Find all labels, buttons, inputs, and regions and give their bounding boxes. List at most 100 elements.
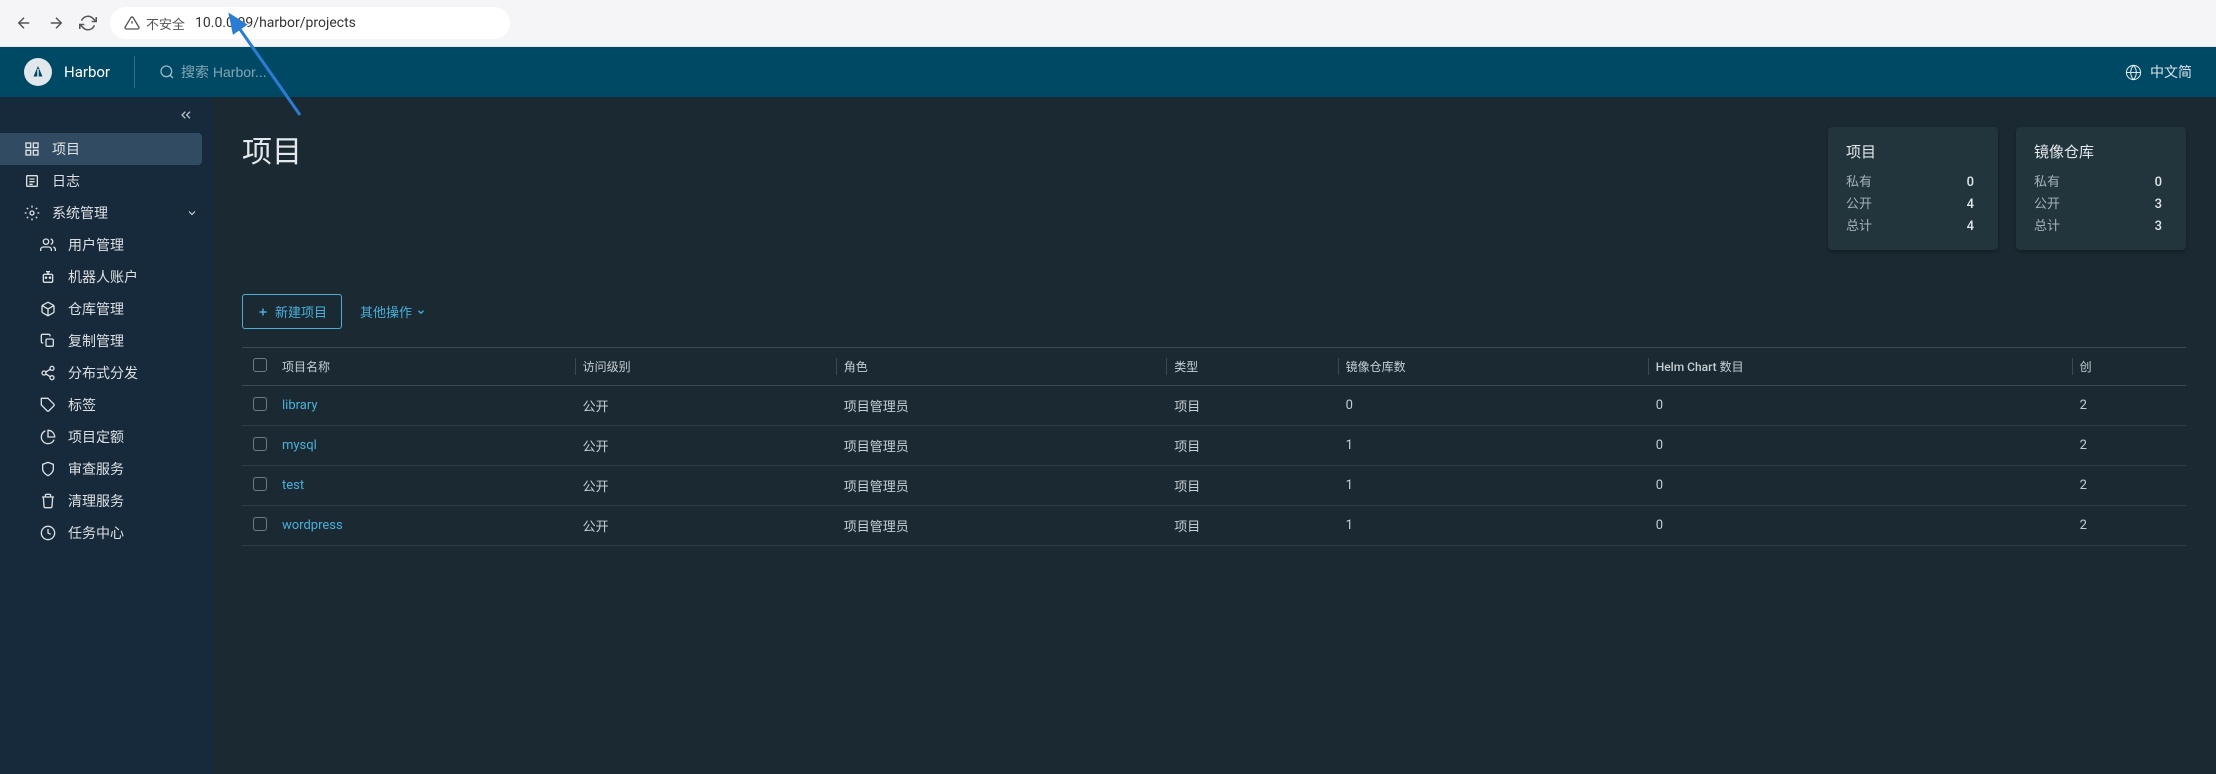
language-switcher[interactable]: 中文简	[2125, 62, 2192, 82]
shield-icon	[40, 461, 56, 477]
cell-role: 项目管理员	[836, 506, 1167, 546]
url-text: 10.0.0.99/harbor/projects	[195, 15, 356, 31]
reload-button[interactable]	[78, 13, 98, 33]
cube-icon	[40, 301, 56, 317]
page-title: 项目	[242, 127, 302, 171]
sidebar-item-cleanup[interactable]: 清理服务	[0, 485, 212, 517]
projects-table: 项目名称 访问级别 角色 类型 镜像仓库数 Helm Chart 数目 创 li…	[242, 347, 2186, 546]
cell-access: 公开	[575, 466, 836, 506]
cell-type: 项目	[1166, 506, 1337, 546]
card-label: 总计	[2034, 216, 2060, 238]
sidebar-item-label: 机器人账户	[68, 267, 138, 287]
col-access[interactable]: 访问级别	[575, 348, 836, 386]
new-project-button[interactable]: 新建项目	[242, 294, 342, 329]
row-checkbox[interactable]	[253, 397, 267, 411]
sidebar-item-system[interactable]: 系统管理	[0, 197, 212, 229]
arrow-right-icon	[47, 14, 65, 32]
header-divider	[134, 56, 135, 88]
insecure-badge: 不安全	[124, 14, 185, 33]
app-header: Harbor 中文简	[0, 47, 2216, 97]
sidebar-item-label: 任务中心	[68, 523, 124, 543]
col-name[interactable]: 项目名称	[278, 348, 575, 386]
language-label: 中文简	[2150, 62, 2192, 82]
browser-toolbar: 不安全 10.0.0.99/harbor/projects	[0, 0, 2216, 47]
cell-repo-count: 1	[1338, 506, 1648, 546]
sidebar-item-quotas[interactable]: 项目定额	[0, 421, 212, 453]
card-value: 0	[2144, 172, 2162, 194]
sidebar-item-robots[interactable]: 机器人账户	[0, 261, 212, 293]
app-name: Harbor	[64, 63, 110, 81]
cell-created: 2	[2072, 466, 2186, 506]
cell-helm-count: 0	[1648, 466, 2072, 506]
address-bar[interactable]: 不安全 10.0.0.99/harbor/projects	[110, 7, 510, 39]
tag-icon	[40, 397, 56, 413]
sidebar-item-replication[interactable]: 复制管理	[0, 325, 212, 357]
sidebar-item-audit[interactable]: 审查服务	[0, 453, 212, 485]
sidebar-item-label: 仓库管理	[68, 299, 124, 319]
other-actions-dropdown[interactable]: 其他操作	[360, 302, 426, 321]
sidebar-item-labels[interactable]: 标签	[0, 389, 212, 421]
project-link[interactable]: mysql	[282, 438, 317, 453]
sidebar-item-label: 审查服务	[68, 459, 124, 479]
gear-icon	[24, 205, 40, 221]
button-label: 新建项目	[275, 302, 327, 321]
table-row: mysql公开项目管理员项目102	[242, 426, 2186, 466]
sidebar-item-label: 标签	[68, 395, 96, 415]
chevron-down-icon	[186, 207, 198, 219]
search-icon	[159, 64, 175, 80]
app-logo[interactable]: Harbor	[24, 58, 110, 86]
cell-role: 项目管理员	[836, 466, 1167, 506]
collapse-sidebar-button[interactable]	[0, 97, 212, 133]
col-helm-count[interactable]: Helm Chart 数目	[1648, 348, 2072, 386]
row-checkbox[interactable]	[253, 477, 267, 491]
cell-repo-count: 0	[1338, 386, 1648, 426]
col-role[interactable]: 角色	[836, 348, 1167, 386]
project-link[interactable]: wordpress	[282, 518, 343, 533]
col-created[interactable]: 创	[2072, 348, 2186, 386]
cell-helm-count: 0	[1648, 506, 2072, 546]
card-label: 私有	[2034, 172, 2060, 194]
project-link[interactable]: test	[282, 478, 304, 493]
pie-icon	[40, 429, 56, 445]
robot-icon	[40, 269, 56, 285]
global-search[interactable]	[159, 64, 381, 80]
sidebar-item-logs[interactable]: 日志	[0, 165, 212, 197]
table-row: library公开项目管理员项目002	[242, 386, 2186, 426]
cell-type: 项目	[1166, 386, 1337, 426]
globe-icon	[2125, 64, 2142, 81]
project-link[interactable]: library	[282, 398, 318, 413]
reload-icon	[79, 14, 97, 32]
row-checkbox[interactable]	[253, 517, 267, 531]
cell-type: 项目	[1166, 426, 1337, 466]
warning-icon	[124, 15, 140, 31]
forward-button[interactable]	[46, 13, 66, 33]
arrow-left-icon	[15, 14, 33, 32]
cell-repo-count: 1	[1338, 466, 1648, 506]
summary-card-projects: 项目 私有0 公开4 总计4	[1828, 127, 1998, 250]
col-type[interactable]: 类型	[1166, 348, 1337, 386]
card-label: 私有	[1846, 172, 1872, 194]
sidebar-item-projects[interactable]: 项目	[0, 133, 202, 165]
col-repo-count[interactable]: 镜像仓库数	[1338, 348, 1648, 386]
cell-type: 项目	[1166, 466, 1337, 506]
sidebar-item-label: 复制管理	[68, 331, 124, 351]
card-title: 镜像仓库	[2034, 141, 2162, 162]
back-button[interactable]	[14, 13, 34, 33]
sidebar-item-label: 项目定额	[68, 427, 124, 447]
cell-created: 2	[2072, 506, 2186, 546]
copy-icon	[40, 333, 56, 349]
sidebar-item-tasks[interactable]: 任务中心	[0, 517, 212, 549]
sidebar-item-distribution[interactable]: 分布式分发	[0, 357, 212, 389]
search-input[interactable]	[181, 64, 381, 80]
cell-repo-count: 1	[1338, 426, 1648, 466]
main-content: 项目 项目 私有0 公开4 总计4 镜像仓库 私有0 公开3 总计3	[212, 97, 2216, 774]
cell-access: 公开	[575, 386, 836, 426]
row-checkbox[interactable]	[253, 437, 267, 451]
list-icon	[24, 173, 40, 189]
sidebar-item-repos[interactable]: 仓库管理	[0, 293, 212, 325]
grid-icon	[24, 141, 40, 157]
sidebar-item-users[interactable]: 用户管理	[0, 229, 212, 261]
sidebar-item-label: 用户管理	[68, 235, 124, 255]
share-icon	[40, 365, 56, 381]
select-all-checkbox[interactable]	[253, 358, 267, 372]
